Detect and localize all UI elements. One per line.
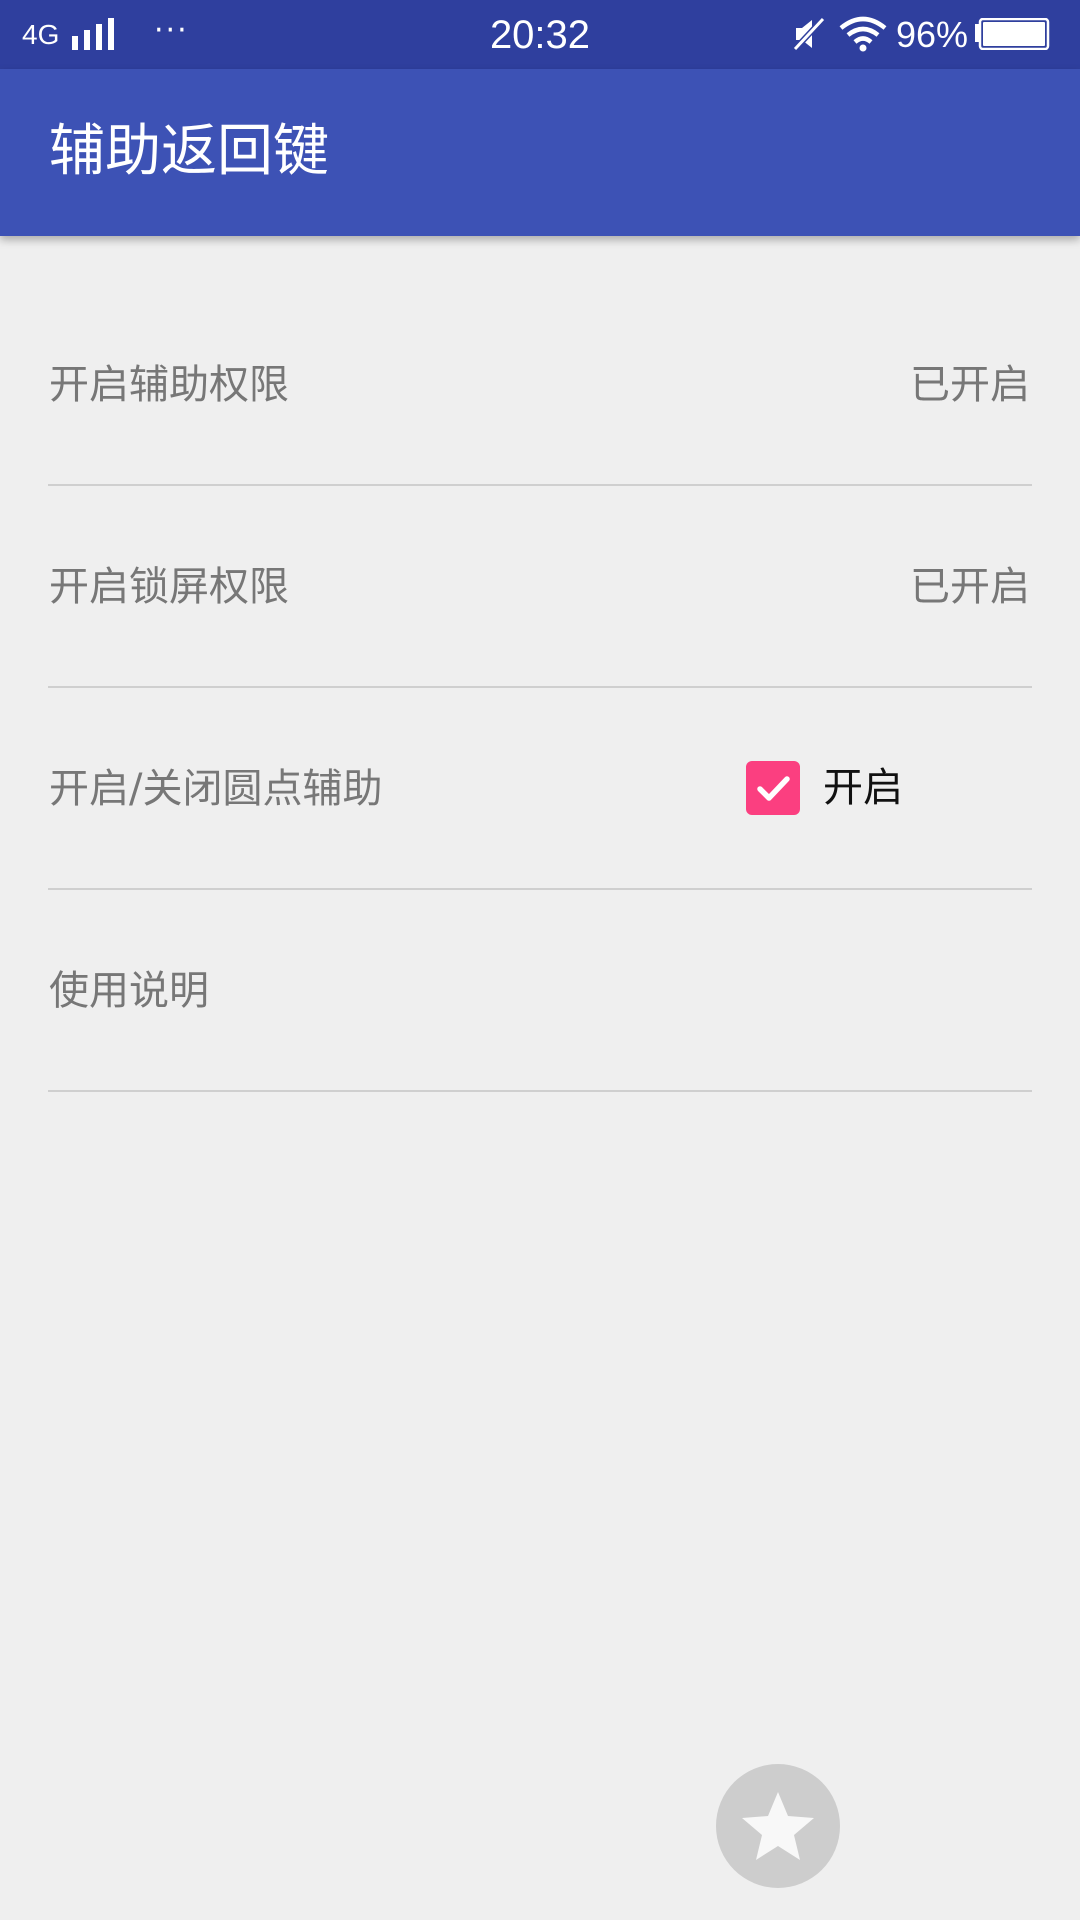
check-icon [757,776,790,801]
setting-status: 已开启 [910,362,1030,408]
battery-icon [975,18,1050,50]
star-icon [742,1792,814,1860]
setting-lockscreen-permission[interactable]: 开启锁屏权限 已开启 [48,486,1032,688]
setting-accessibility-permission[interactable]: 开启辅助权限 已开启 [48,284,1032,486]
status-bar: 4G ··· 20:32 96% [0,0,1080,69]
screen: 4G ··· 20:32 96% 辅助返回键 开启辅助权限 已开启 开启锁屏权限… [0,0,1080,1920]
app-bar: 辅助返回键 [0,69,1080,236]
checkbox-label: 开启 [823,765,903,811]
setting-label: 开启/关闭圆点辅助 [49,766,383,812]
setting-instructions[interactable]: 使用说明 [48,890,1032,1092]
settings-list: 开启辅助权限 已开启 开启锁屏权限 已开启 开启/关闭圆点辅助 开启 使用说明 [48,284,1032,1092]
floating-dot-checkbox-control[interactable]: 开启 [746,758,903,818]
mute-icon [792,16,826,52]
setting-label: 开启辅助权限 [49,362,289,408]
setting-label: 开启锁屏权限 [49,564,289,610]
setting-label: 使用说明 [49,968,209,1014]
setting-status: 已开启 [910,564,1030,610]
enable-checkbox[interactable] [746,761,800,815]
wifi-icon [839,16,887,52]
floating-assist-button[interactable] [716,1764,840,1888]
page-title: 辅助返回键 [49,119,329,184]
battery-percent: 96% [896,14,969,55]
setting-floating-dot-toggle: 开启/关闭圆点辅助 开启 [48,688,1032,890]
